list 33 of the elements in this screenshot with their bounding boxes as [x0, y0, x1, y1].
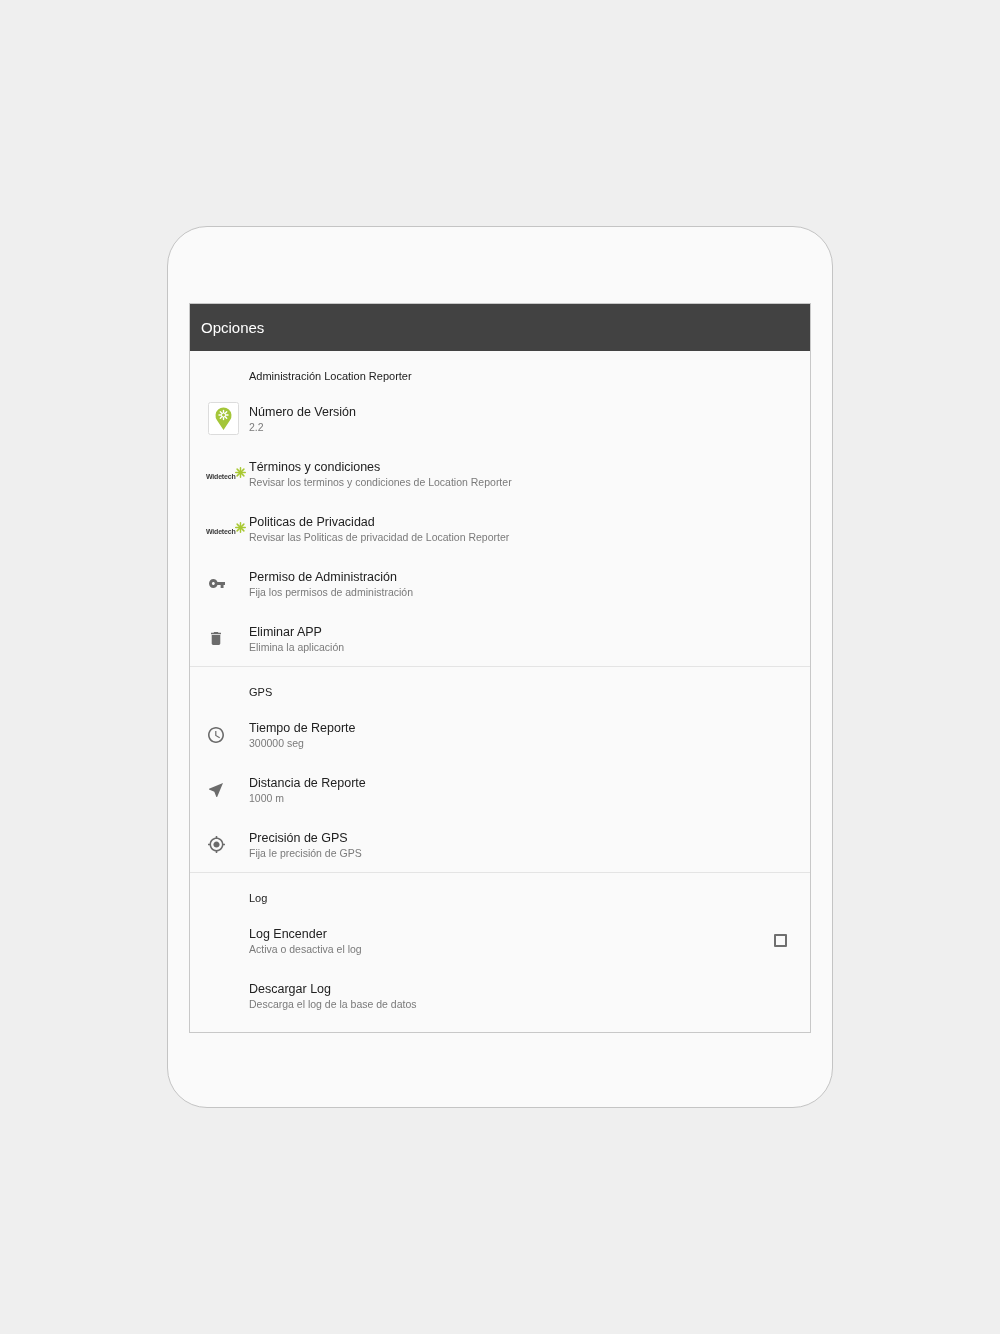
setting-title[interactable]: Tiempo de Reporte: [249, 719, 810, 736]
setting-summary: Fija los permisos de administración: [249, 584, 414, 599]
setting-summary: Descarga el log de la base de datos: [249, 996, 418, 1011]
setting-title[interactable]: Términos y condiciones: [249, 458, 810, 475]
setting-summary: Elimina la aplicación: [249, 639, 346, 654]
setting-summary: Fija le precisión de GPS: [249, 845, 363, 860]
clock-icon: [208, 726, 224, 743]
navigation-arrow-icon: [209, 782, 223, 797]
setting-summary: 1000 m: [249, 790, 286, 805]
sparkle-icon: [235, 467, 247, 478]
section-header: Administración Location Reporter: [249, 369, 412, 383]
setting-summary: Activa o desactiva el log: [249, 941, 363, 956]
setting-title[interactable]: Precisión de GPS: [249, 829, 810, 846]
setting-title[interactable]: Eliminar APP: [249, 623, 810, 640]
setting-summary: 300000 seg: [249, 735, 305, 750]
gps-target-icon: [208, 836, 225, 853]
app-bar-title: Opciones: [201, 320, 265, 335]
setting-title[interactable]: Descargar Log: [249, 980, 810, 997]
app-logo-icon: [208, 402, 239, 435]
setting-title[interactable]: Número de Versión: [249, 403, 810, 420]
setting-title[interactable]: Permiso de Administración: [249, 568, 810, 585]
setting-title[interactable]: Politicas de Privacidad: [249, 513, 810, 530]
setting-summary: Revisar las Politicas de privacidad de Location Reporter: [249, 529, 511, 544]
checkbox[interactable]: [774, 934, 787, 947]
section-header: GPS: [249, 685, 273, 699]
sparkle-icon: [235, 522, 247, 533]
setting-title[interactable]: Distancia de Reporte: [249, 774, 810, 791]
key-icon: [209, 579, 225, 588]
setting-summary: Revisar los terminos y condiciones de Location Reporter: [249, 474, 513, 489]
setting-title[interactable]: Log Encender: [249, 925, 774, 942]
section-header: Log: [249, 891, 268, 905]
setting-summary: 2.2: [249, 419, 265, 434]
trash-icon: [211, 632, 221, 645]
